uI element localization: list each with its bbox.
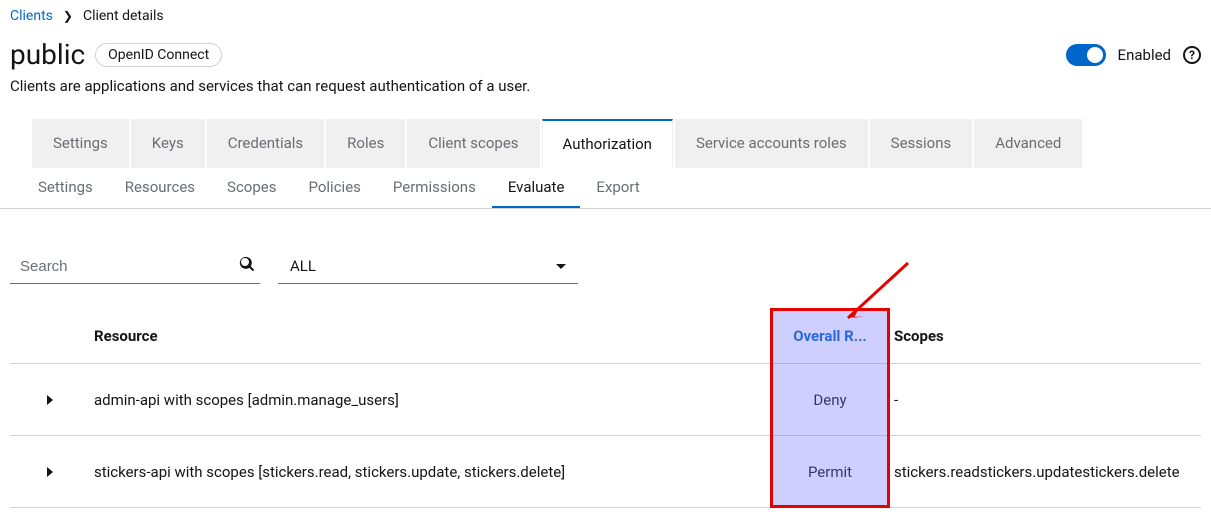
tab-settings[interactable]: Settings	[32, 119, 129, 168]
col-overall-result[interactable]: Overall R...	[770, 327, 890, 345]
search-icon	[239, 256, 255, 272]
subtab-permissions[interactable]: Permissions	[377, 168, 492, 208]
subtab-scopes[interactable]: Scopes	[211, 168, 292, 208]
page-title: public	[10, 38, 85, 71]
subtab-evaluate[interactable]: Evaluate	[492, 168, 581, 208]
tab-credentials[interactable]: Credentials	[207, 119, 324, 168]
tab-client-scopes[interactable]: Client scopes	[407, 119, 539, 168]
cell-scopes: stickers.readstickers.updatestickers.del…	[890, 463, 1201, 481]
chevron-right-icon: ❯	[63, 9, 73, 23]
filter-select[interactable]: ALL	[278, 249, 578, 284]
tab-advanced[interactable]: Advanced	[974, 119, 1082, 168]
search-field	[10, 249, 260, 284]
cell-resource: stickers-api with scopes [stickers.read,…	[90, 463, 770, 481]
cell-resource: admin-api with scopes [admin.manage_user…	[90, 391, 770, 409]
subtab-export[interactable]: Export	[580, 168, 655, 208]
enabled-label: Enabled	[1118, 46, 1171, 64]
table-header-row: Resource Overall R... Scopes	[10, 308, 1201, 364]
tabs-primary: Settings Keys Credentials Roles Client s…	[10, 119, 1201, 168]
tab-authorization[interactable]: Authorization	[542, 119, 673, 168]
help-icon[interactable]: ?	[1183, 46, 1201, 64]
tabs-secondary: Settings Resources Scopes Policies Permi…	[0, 168, 1211, 209]
expand-row-icon[interactable]	[47, 467, 53, 477]
tab-service-accounts-roles[interactable]: Service accounts roles	[675, 119, 868, 168]
results-table: Resource Overall R... Scopes admin-api w…	[10, 308, 1201, 508]
enabled-toggle[interactable]	[1066, 44, 1106, 66]
toolbar: ALL	[10, 249, 1201, 284]
breadcrumb: Clients ❯ Client details	[10, 8, 1201, 24]
table-row: admin-api with scopes [admin.manage_user…	[10, 364, 1201, 436]
subtab-settings[interactable]: Settings	[22, 168, 109, 208]
tab-keys[interactable]: Keys	[131, 119, 205, 168]
subtab-resources[interactable]: Resources	[109, 168, 211, 208]
breadcrumb-current: Client details	[83, 8, 164, 24]
cell-overall-result: Deny	[770, 391, 890, 409]
search-input[interactable]	[10, 250, 229, 283]
tab-roles[interactable]: Roles	[326, 119, 405, 168]
breadcrumb-link-clients[interactable]: Clients	[10, 8, 53, 24]
col-resource: Resource	[90, 327, 770, 345]
chevron-down-icon	[556, 264, 566, 269]
cell-scopes: -	[890, 391, 1201, 409]
page-subtitle: Clients are applications and services th…	[10, 77, 1201, 95]
filter-value: ALL	[290, 257, 316, 275]
page-header: public OpenID Connect Enabled ?	[10, 38, 1201, 71]
table-row: stickers-api with scopes [stickers.read,…	[10, 436, 1201, 508]
tab-sessions[interactable]: Sessions	[870, 119, 973, 168]
cell-overall-result: Permit	[770, 463, 890, 481]
subtab-policies[interactable]: Policies	[292, 168, 376, 208]
col-scopes: Scopes	[890, 327, 1201, 345]
expand-row-icon[interactable]	[47, 395, 53, 405]
protocol-badge: OpenID Connect	[95, 43, 222, 67]
search-button[interactable]	[229, 256, 265, 276]
